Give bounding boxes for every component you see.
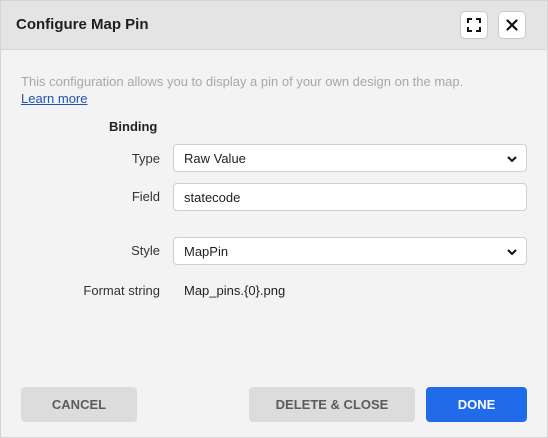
binding-section-title: Binding [109, 119, 158, 134]
close-button[interactable] [498, 11, 526, 39]
style-select-value: MapPin [184, 243, 229, 259]
close-icon [506, 19, 518, 31]
type-select[interactable]: Raw Value [173, 144, 527, 172]
cancel-button[interactable]: CANCEL [21, 387, 137, 422]
field-input[interactable]: statecode [173, 183, 527, 211]
style-select[interactable]: MapPin [173, 237, 527, 265]
expand-icon [467, 18, 481, 32]
expand-button[interactable] [460, 11, 488, 39]
learn-more-link[interactable]: Learn more [21, 91, 87, 106]
type-select-value: Raw Value [184, 150, 246, 166]
style-label: Style [131, 243, 160, 258]
delete-and-close-button[interactable]: DELETE & CLOSE [249, 387, 415, 422]
dialog-header: Configure Map Pin [1, 1, 547, 50]
dialog-title: Configure Map Pin [16, 16, 149, 33]
done-button[interactable]: DONE [426, 387, 527, 422]
configure-map-pin-dialog: Configure Map Pin This configuration all… [0, 0, 548, 438]
chevron-down-icon [507, 156, 517, 163]
description-text: This configuration allows you to display… [21, 74, 464, 89]
format-string-label: Format string [83, 283, 160, 298]
field-input-value: statecode [184, 189, 241, 205]
format-string-value: Map_pins.{0}.png [184, 283, 286, 298]
type-label: Type [131, 151, 160, 166]
chevron-down-icon [507, 249, 517, 256]
field-label: Field [131, 189, 160, 204]
